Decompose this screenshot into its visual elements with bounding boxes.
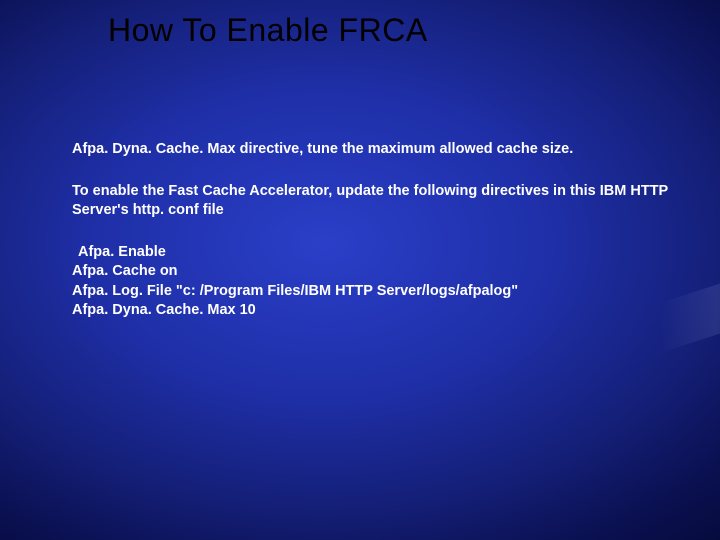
config-line-logfile: Afpa. Log. File "c: /Program Files/IBM H…	[72, 282, 680, 302]
config-line-enable: Afpa. Enable	[72, 243, 680, 263]
config-block: Afpa. Enable Afpa. Cache on Afpa. Log. F…	[72, 243, 680, 321]
paragraph-1: Afpa. Dyna. Cache. Max directive, tune t…	[72, 140, 680, 160]
slide: How To Enable FRCA Afpa. Dyna. Cache. Ma…	[0, 0, 720, 540]
paragraph-2: To enable the Fast Cache Accelerator, up…	[72, 182, 680, 221]
config-line-cache: Afpa. Cache on	[72, 262, 680, 282]
config-line-dynacachemax: Afpa. Dyna. Cache. Max 10	[72, 301, 680, 321]
slide-body: Afpa. Dyna. Cache. Max directive, tune t…	[72, 140, 680, 321]
slide-title: How To Enable FRCA	[108, 12, 428, 49]
